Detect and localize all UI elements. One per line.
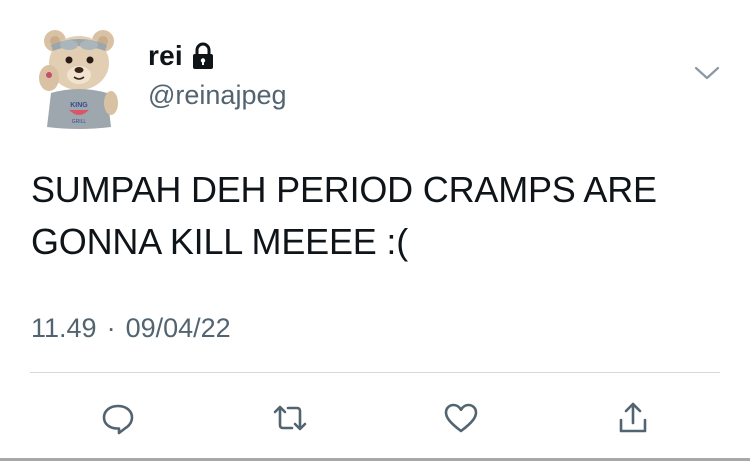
tweet-text-line-1: SUMPAH DEH PERIOD CRAMPS ARE xyxy=(31,169,657,210)
tweet-date: 09/04/22 xyxy=(125,313,231,343)
meta-separator: · xyxy=(106,313,116,343)
reply-button[interactable] xyxy=(98,398,138,438)
tweet-timestamp[interactable]: 11.49 · 09/04/22 xyxy=(31,312,231,344)
retweet-icon xyxy=(273,405,307,431)
tweet-card: KING GRILL rei @reinajpeg SUMPAH DEH PER… xyxy=(0,0,750,461)
tweet-text-line-2: GONNA KILL MEEEE :( xyxy=(31,221,408,262)
lock-icon xyxy=(191,42,215,70)
retweet-button[interactable] xyxy=(270,398,310,438)
avatar[interactable]: KING GRILL xyxy=(37,23,123,131)
tweet-time: 11.49 xyxy=(31,313,97,343)
shirt-text-1: KING xyxy=(70,102,88,109)
tweet-text: SUMPAH DEH PERIOD CRAMPS ARE GONNA KILL … xyxy=(31,164,731,268)
author-info[interactable]: rei @reinajpeg xyxy=(148,39,287,111)
reply-icon xyxy=(102,404,134,435)
heart-icon xyxy=(444,403,478,433)
shirt-text-2: GRILL xyxy=(72,119,87,125)
share-icon xyxy=(619,402,647,433)
share-button[interactable] xyxy=(613,398,653,438)
display-name-row: rei xyxy=(148,39,287,73)
display-name[interactable]: rei xyxy=(148,39,183,73)
like-button[interactable] xyxy=(441,398,481,438)
divider xyxy=(30,372,720,373)
author-handle[interactable]: @reinajpeg xyxy=(148,79,287,111)
action-bar xyxy=(0,398,750,438)
chevron-down-icon[interactable] xyxy=(692,62,722,84)
teddy-bear-avatar-image: KING GRILL xyxy=(39,30,118,129)
